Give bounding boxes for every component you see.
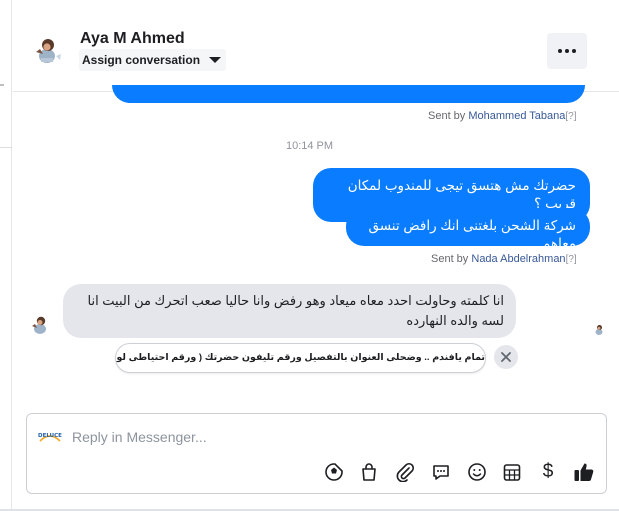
- sender-name-link[interactable]: Mohammed Tabana: [468, 110, 565, 122]
- sender-name-link[interactable]: Nada Abdelrahman: [471, 253, 565, 265]
- caret-down-icon: [209, 57, 222, 63]
- conversation-header: Aya M Ahmed Assign conversation: [13, 0, 619, 92]
- shopping-bag-icon: [362, 463, 376, 481]
- reply-composer: DELUCE Reply in Messenger... $: [26, 413, 607, 494]
- contact-avatar-small: [32, 316, 46, 334]
- emoji-icon: [468, 463, 486, 481]
- more-options-button[interactable]: [547, 33, 587, 69]
- composer-toolbar: $: [319, 460, 599, 484]
- info-marker[interactable]: [?]: [565, 111, 576, 122]
- shop-button[interactable]: [357, 460, 381, 484]
- appointment-icon: [503, 464, 521, 481]
- contact-name[interactable]: Aya M Ahmed: [80, 30, 185, 48]
- like-button[interactable]: [572, 460, 596, 484]
- outgoing-message-bubble: [112, 85, 585, 103]
- inbox-list-edge: [0, 0, 12, 511]
- more-icon: [558, 49, 562, 53]
- outgoing-message-bubble: شركة الشحن بلغتنى انك رافض تنسق معاهم: [346, 208, 590, 251]
- assign-conversation-label: Assign conversation: [82, 53, 201, 67]
- appointment-button[interactable]: [500, 460, 524, 484]
- reply-input[interactable]: [72, 427, 572, 447]
- page-logo: DELUCE: [38, 433, 62, 442]
- attach-file-button[interactable]: [393, 460, 417, 484]
- read-receipt-avatar: [595, 325, 603, 335]
- payment-button[interactable]: $: [536, 460, 560, 484]
- dismiss-suggestion-button[interactable]: [494, 345, 518, 369]
- emoji-button[interactable]: [465, 460, 489, 484]
- message-timestamp: 10:14 PM: [285, 140, 334, 152]
- sticker-icon: [325, 463, 343, 481]
- like-icon: [574, 463, 594, 481]
- messenger-conversation: Aya M Ahmed Assign conversation Sent by …: [0, 0, 619, 511]
- assign-conversation-dropdown[interactable]: Assign conversation: [79, 49, 227, 71]
- info-marker[interactable]: [?]: [566, 254, 577, 265]
- saved-replies-button[interactable]: [429, 460, 453, 484]
- incoming-message-bubble: انا كلمته وحاولت احدد معاه ميعاد وهو رفض…: [63, 284, 516, 338]
- suggested-reply-chip[interactable]: تمام يافندم .. وضحلى العنوان بالتفصيل ور…: [115, 343, 486, 373]
- contact-avatar[interactable]: [30, 32, 64, 66]
- payment-icon: $: [542, 461, 554, 482]
- saved-replies-icon: [433, 465, 449, 480]
- attachment-icon: [396, 462, 415, 482]
- svg-text:DELUCE: DELUCE: [38, 433, 62, 439]
- close-icon: [501, 352, 511, 362]
- sent-by-label: Sent by Nada Abdelrahman[?]: [431, 253, 577, 265]
- sticker-button[interactable]: [322, 460, 346, 484]
- sent-by-label: Sent by Mohammed Tabana[?]: [428, 110, 577, 122]
